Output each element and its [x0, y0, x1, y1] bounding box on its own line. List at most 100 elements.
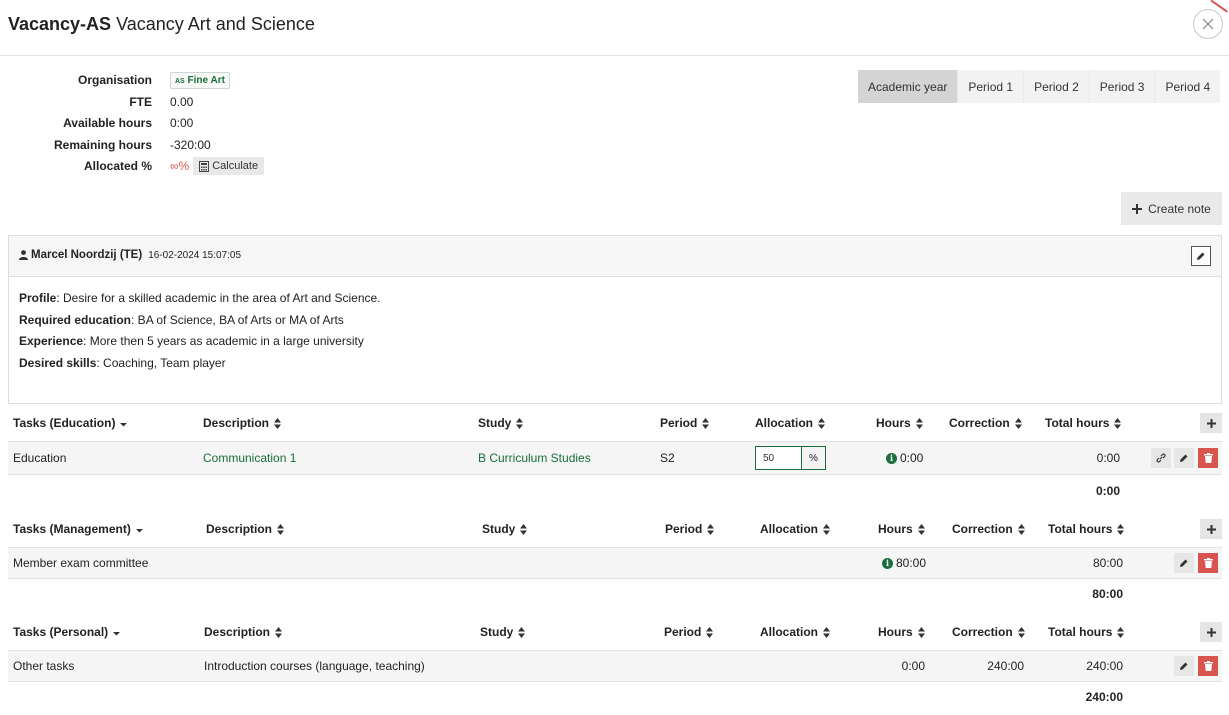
column-label: Description: [204, 625, 271, 639]
add-personal-task-button[interactable]: [1200, 622, 1222, 642]
tab-period-3[interactable]: Period 3: [1088, 70, 1155, 103]
edit-row-button[interactable]: [1174, 448, 1194, 468]
sort-desc-icon: [135, 529, 143, 533]
description-link[interactable]: Communication 1: [203, 442, 296, 474]
sort-icon: [1017, 626, 1025, 638]
study-link[interactable]: B Curriculum Studies: [478, 442, 591, 474]
column-tasks[interactable]: Tasks (Personal): [13, 614, 121, 650]
tab-period-4[interactable]: Period 4: [1154, 70, 1221, 103]
edit-note-button[interactable]: [1191, 246, 1211, 266]
column-tasks[interactable]: Tasks (Education): [13, 405, 128, 441]
column-study[interactable]: Study: [480, 614, 526, 650]
column-allocation[interactable]: Allocation: [755, 405, 826, 441]
delete-row-button[interactable]: [1198, 553, 1218, 573]
note-panel: Marcel Noordzij (TE) 16-02-2024 15:07:05…: [8, 235, 1222, 404]
column-study[interactable]: Study: [482, 511, 528, 547]
note-line-skills: Desired skills: Coaching, Team player: [19, 354, 1211, 376]
column-tasks[interactable]: Tasks (Management): [13, 511, 143, 547]
fte-label: FTE: [129, 95, 152, 109]
add-management-task-button[interactable]: [1200, 519, 1222, 539]
vacancy-name: Vacancy Art and Science: [116, 14, 315, 34]
sort-icon: [1117, 626, 1125, 638]
table-header: Tasks (Education) Description Study Peri…: [8, 405, 1222, 441]
column-hours[interactable]: Hours: [878, 511, 925, 547]
column-label: Period: [665, 522, 703, 536]
edit-row-button[interactable]: [1174, 553, 1194, 573]
pencil-icon: [1197, 252, 1205, 260]
remaining-hours-label: Remaining hours: [53, 138, 152, 152]
note-author: Marcel Noordzij (TE) 16-02-2024 15:07:05: [19, 249, 241, 261]
column-period[interactable]: Period: [664, 614, 714, 650]
column-label: Description: [203, 416, 270, 430]
sort-icon: [707, 523, 715, 535]
total-hours-value: 0:00: [1096, 451, 1120, 465]
allocated-value: ∞%: [170, 159, 190, 173]
edit-row-button[interactable]: [1174, 656, 1194, 676]
table-header: Tasks (Personal) Description Study Perio…: [8, 614, 1222, 650]
column-description[interactable]: Description: [203, 405, 282, 441]
column-allocation[interactable]: Allocation: [760, 614, 831, 650]
sort-icon: [1114, 417, 1122, 429]
sort-icon: [823, 626, 831, 638]
column-hours[interactable]: Hours: [878, 614, 925, 650]
calculate-button[interactable]: Calculate: [193, 157, 265, 175]
allocation-input[interactable]: [755, 446, 802, 470]
pencil-icon: [1180, 662, 1188, 670]
column-correction[interactable]: Correction: [949, 405, 1022, 441]
close-icon: [1202, 18, 1214, 30]
plus-icon: [1206, 524, 1216, 534]
note-label: Desired skills: [19, 355, 97, 370]
info-icon[interactable]: i: [886, 452, 897, 464]
column-total-hours[interactable]: Total hours: [1048, 614, 1125, 650]
link-button[interactable]: [1151, 448, 1171, 468]
column-label: Hours: [878, 522, 913, 536]
close-button[interactable]: [1193, 9, 1223, 39]
pencil-icon: [1180, 454, 1188, 462]
column-allocation[interactable]: Allocation: [760, 511, 831, 547]
available-hours-label: Available hours: [63, 116, 152, 130]
sort-icon: [702, 417, 710, 429]
column-hours[interactable]: Hours: [876, 405, 923, 441]
sort-icon: [1117, 523, 1125, 535]
column-label: Study: [480, 625, 514, 639]
column-study[interactable]: Study: [478, 405, 524, 441]
management-tasks-table: Tasks (Management) Description Study Per…: [8, 511, 1222, 609]
allocation-group: %: [755, 442, 826, 474]
column-label: Total hours: [1045, 416, 1110, 430]
trash-icon: [1203, 558, 1213, 568]
column-total-hours[interactable]: Total hours: [1048, 511, 1125, 547]
calculate-label: Calculate: [212, 160, 259, 172]
table-total-row: 240:00: [8, 682, 1222, 712]
sort-icon: [275, 626, 283, 638]
tab-period-2[interactable]: Period 2: [1023, 70, 1089, 103]
available-hours-value: 0:00: [170, 116, 194, 130]
period-value: S2: [660, 451, 675, 465]
add-education-task-button[interactable]: [1200, 413, 1222, 433]
info-icon[interactable]: i: [882, 557, 893, 569]
table-row: Member exam committee i 80:00 80:00: [8, 547, 1222, 579]
sort-icon: [915, 417, 923, 429]
column-label: Tasks (Education): [13, 416, 116, 430]
remaining-hours-value: -320:00: [170, 138, 211, 152]
note-label: Profile: [19, 291, 57, 305]
organisation-badge[interactable]: AS Fine Art: [170, 71, 230, 89]
column-label: Description: [206, 522, 273, 536]
column-correction[interactable]: Correction: [952, 511, 1025, 547]
task-name: Education: [13, 451, 67, 465]
note-line-education: Required education: BA of Science, BA of…: [19, 311, 1211, 333]
table-row: Other tasks Introduction courses (langua…: [8, 650, 1222, 682]
tab-period-1[interactable]: Period 1: [957, 70, 1024, 103]
delete-row-button[interactable]: [1198, 448, 1218, 468]
column-period[interactable]: Period: [660, 405, 710, 441]
table-total-row: 80:00: [8, 579, 1222, 609]
tab-academic-year[interactable]: Academic year: [858, 70, 958, 103]
sort-icon: [917, 523, 925, 535]
column-total-hours[interactable]: Total hours: [1045, 405, 1122, 441]
delete-row-button[interactable]: [1198, 656, 1218, 676]
column-period[interactable]: Period: [665, 511, 715, 547]
column-correction[interactable]: Correction: [952, 614, 1025, 650]
column-description[interactable]: Description: [206, 511, 285, 547]
total-hours-value: 240:00: [1086, 659, 1123, 673]
create-note-button[interactable]: Create note: [1121, 192, 1222, 225]
column-description[interactable]: Description: [204, 614, 283, 650]
